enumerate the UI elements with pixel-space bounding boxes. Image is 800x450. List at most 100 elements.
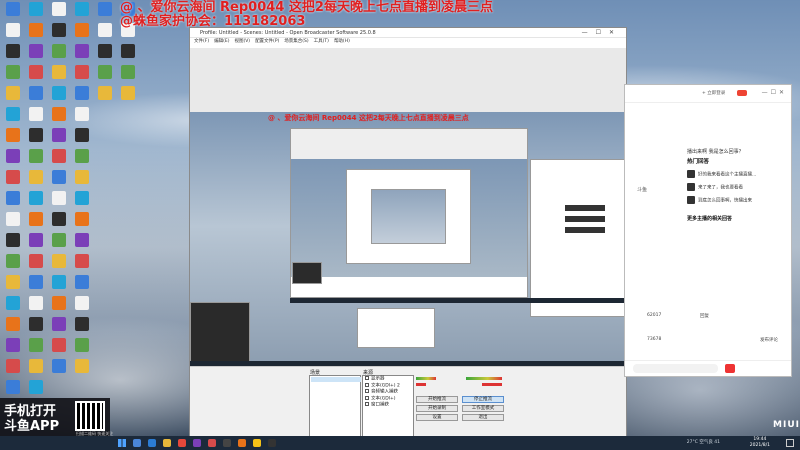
douyu-reply-link[interactable]: 回复 bbox=[700, 313, 709, 319]
settings-button[interactable]: 设置 bbox=[416, 414, 458, 421]
desktop-icon[interactable] bbox=[93, 44, 117, 58]
desktop-icon[interactable] bbox=[24, 380, 48, 394]
desktop-icon[interactable] bbox=[47, 359, 71, 373]
file-explorer-icon[interactable] bbox=[163, 439, 171, 447]
weather-tray[interactable]: 27°C 空气良 41 bbox=[687, 439, 720, 445]
desktop-icon[interactable] bbox=[47, 170, 71, 184]
desktop-icon[interactable] bbox=[93, 86, 117, 100]
douyu-answer-3[interactable]: 到底怎么回事啊，快播出来 bbox=[687, 196, 752, 204]
desktop-icon[interactable] bbox=[47, 44, 71, 58]
obs-menu-item[interactable]: 编辑(E) bbox=[214, 39, 229, 44]
source-visibility-checkbox[interactable] bbox=[365, 376, 369, 380]
desktop-icon[interactable] bbox=[1, 65, 25, 79]
desktop-icon[interactable] bbox=[116, 86, 140, 100]
desktop-icon[interactable] bbox=[1, 170, 25, 184]
search-icon[interactable] bbox=[133, 439, 141, 447]
douyu-answer-2[interactable]: 来了来了，我也要看看 bbox=[687, 183, 743, 191]
desktop-icon[interactable] bbox=[24, 191, 48, 205]
desktop-icon[interactable] bbox=[1, 2, 25, 16]
desktop-icon[interactable] bbox=[1, 212, 25, 226]
desktop-icon[interactable] bbox=[47, 254, 71, 268]
desktop-icon[interactable] bbox=[24, 107, 48, 121]
douyu-notify-badge[interactable] bbox=[737, 90, 747, 96]
desktop-icon[interactable] bbox=[116, 44, 140, 58]
desktop-icon[interactable] bbox=[70, 86, 94, 100]
app-icon[interactable] bbox=[223, 439, 231, 447]
desktop-icon[interactable] bbox=[47, 107, 71, 121]
start-button-icon[interactable] bbox=[118, 439, 126, 447]
obs-menu-item[interactable]: 帮助(H) bbox=[334, 39, 350, 44]
app-icon[interactable] bbox=[193, 439, 201, 447]
desktop-icon[interactable] bbox=[47, 65, 71, 79]
start-stream-button[interactable]: 开始推流 bbox=[416, 396, 458, 403]
source-visibility-checkbox[interactable] bbox=[365, 395, 369, 400]
desktop-icon[interactable] bbox=[24, 233, 48, 247]
desktop-icon[interactable] bbox=[1, 275, 25, 289]
douyu-stat-1[interactable]: 62017 bbox=[647, 313, 661, 318]
app-icon[interactable] bbox=[253, 439, 261, 447]
studio-mode-button[interactable]: 工作室模式 bbox=[462, 405, 504, 412]
desktop-icon[interactable] bbox=[1, 254, 25, 268]
desktop-icon[interactable] bbox=[24, 296, 48, 310]
douyu-answer-1[interactable]: 好的我来看看这个主播直播... bbox=[687, 170, 756, 178]
notification-icon[interactable] bbox=[786, 439, 794, 447]
desktop-icon[interactable] bbox=[47, 2, 71, 16]
desktop-icon[interactable] bbox=[70, 65, 94, 79]
desktop-icon[interactable] bbox=[47, 275, 71, 289]
desktop-icon[interactable] bbox=[47, 233, 71, 247]
source-visibility-checkbox[interactable] bbox=[365, 382, 369, 387]
desktop-icon[interactable] bbox=[47, 212, 71, 226]
desktop-icon[interactable] bbox=[24, 86, 48, 100]
obs-menu-item[interactable]: 配置文件(P) bbox=[255, 39, 279, 44]
desktop-icon[interactable] bbox=[24, 338, 48, 352]
desktop-icon[interactable] bbox=[93, 2, 117, 16]
desktop-icon[interactable] bbox=[1, 191, 25, 205]
desktop-icon[interactable] bbox=[47, 149, 71, 163]
desktop-icon[interactable] bbox=[47, 191, 71, 205]
desktop-icon[interactable] bbox=[24, 254, 48, 268]
douyu-comment-input[interactable] bbox=[633, 364, 718, 373]
desktop-icon[interactable] bbox=[70, 2, 94, 16]
desktop-icon[interactable] bbox=[70, 338, 94, 352]
desktop-icon[interactable] bbox=[70, 233, 94, 247]
desktop-icon[interactable] bbox=[47, 338, 71, 352]
desktop-icon[interactable] bbox=[70, 44, 94, 58]
clock[interactable]: 19:44 2021/8/1 bbox=[750, 437, 770, 449]
stop-stream-button[interactable]: 停止推流 bbox=[462, 396, 504, 403]
desktop-icon[interactable] bbox=[1, 86, 25, 100]
desktop-icon[interactable] bbox=[47, 128, 71, 142]
desktop-icon[interactable] bbox=[70, 212, 94, 226]
douyu-post-link[interactable]: 发布评论 bbox=[760, 337, 778, 343]
desktop-icon[interactable] bbox=[47, 23, 71, 37]
desktop-icon[interactable] bbox=[70, 107, 94, 121]
source-item[interactable]: 窗口捕获 bbox=[363, 402, 413, 409]
obs-menu-item[interactable]: 视图(V) bbox=[234, 39, 250, 44]
desktop-icon[interactable] bbox=[116, 65, 140, 79]
desktop-icon[interactable] bbox=[1, 233, 25, 247]
desktop-icon[interactable] bbox=[1, 296, 25, 310]
desktop-icon[interactable] bbox=[70, 23, 94, 37]
obs-title-bar[interactable]: Profile: Untitled - Scenes: Untitled - O… bbox=[190, 28, 626, 38]
desktop-icon[interactable] bbox=[70, 170, 94, 184]
window-controls[interactable]: —☐✕ bbox=[582, 28, 622, 38]
desktop-icon[interactable] bbox=[24, 2, 48, 16]
obs-app-icon[interactable] bbox=[268, 439, 276, 447]
desktop-icon[interactable] bbox=[1, 317, 25, 331]
desktop-icon[interactable] bbox=[93, 23, 117, 37]
desktop-icon[interactable] bbox=[24, 23, 48, 37]
desktop-icon[interactable] bbox=[1, 44, 25, 58]
douyu-login-link[interactable]: + 立即登录 bbox=[702, 90, 725, 96]
desktop-icon[interactable] bbox=[24, 317, 48, 331]
desktop-icon[interactable] bbox=[70, 359, 94, 373]
desktop-icon[interactable] bbox=[24, 128, 48, 142]
desktop-icon[interactable] bbox=[1, 380, 25, 394]
desktop-icon[interactable] bbox=[24, 149, 48, 163]
desktop-icon[interactable] bbox=[70, 191, 94, 205]
desktop-icon[interactable] bbox=[1, 149, 25, 163]
source-visibility-checkbox[interactable] bbox=[365, 402, 369, 406]
desktop-icon[interactable] bbox=[70, 317, 94, 331]
obs-menu-item[interactable]: 工具(T) bbox=[314, 39, 329, 44]
source-visibility-checkbox[interactable] bbox=[365, 389, 369, 393]
sources-list[interactable]: 显示器 文本(GDI+) 2 音频输入捕获 文本(GDI+) 窗口捕获 bbox=[362, 375, 414, 437]
douyu-window[interactable]: + 立即登录 —☐✕ 播出来啊 我是怎么回事？ 热门回答 好的我来看看这个主播直… bbox=[624, 84, 792, 377]
